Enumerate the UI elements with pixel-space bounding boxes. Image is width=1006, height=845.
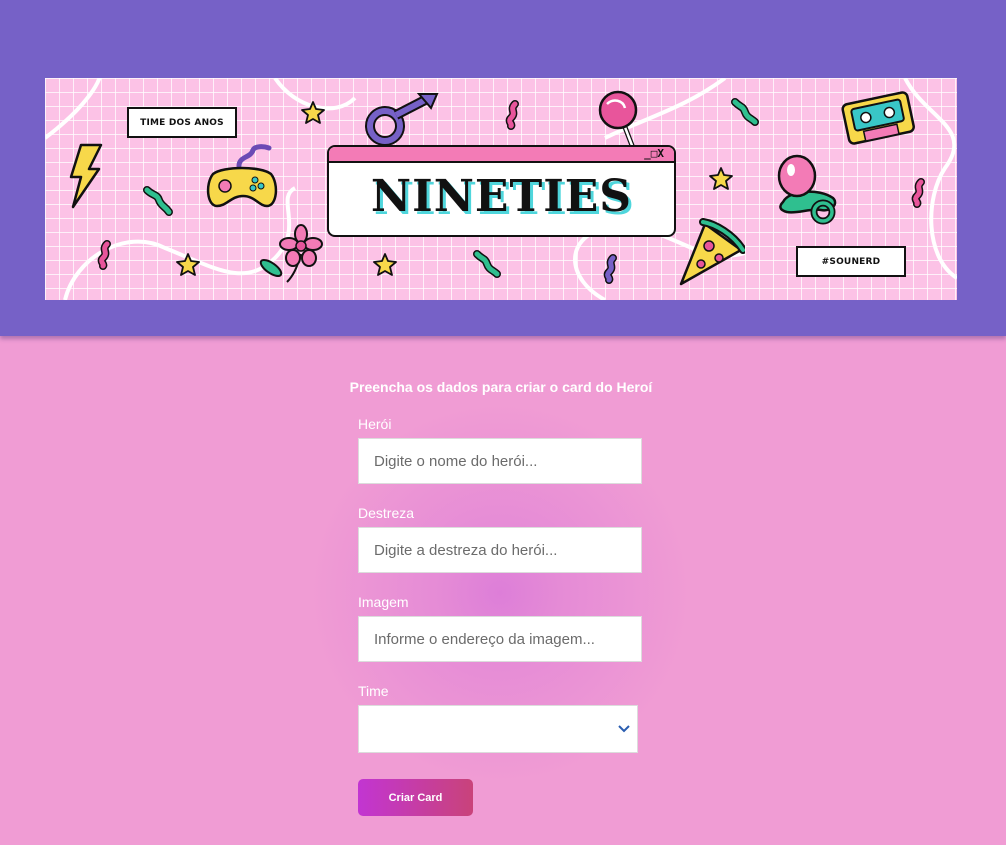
dexterity-input[interactable] [358, 527, 642, 573]
hero-label: Herói [358, 416, 392, 432]
nineties-banner: TIME DOS ANOS _□X NINETIES #SOUNERD [45, 78, 957, 300]
chevron-down-icon [618, 725, 630, 733]
window-controls: _□X [644, 147, 664, 160]
form-heading: Preencha os dados para criar o card do H… [349, 379, 653, 395]
title-window: _□X NINETIES [327, 145, 676, 237]
team-label: Time [358, 683, 389, 699]
window-title-bar: _□X [329, 147, 674, 163]
team-select[interactable] [358, 705, 638, 753]
site-header: TIME DOS ANOS _□X NINETIES #SOUNERD [0, 0, 1006, 336]
image-url-input[interactable] [358, 616, 642, 662]
image-label: Imagem [358, 594, 409, 610]
hero-name-input[interactable] [358, 438, 642, 484]
create-card-button[interactable]: Criar Card [358, 779, 473, 816]
hero-card-form: Preencha os dados para criar o card do H… [0, 343, 1006, 845]
tag-sounerd: #SOUNERD [796, 246, 906, 277]
tag-time-dos-anos: TIME DOS ANOS [127, 107, 237, 138]
banner-title: NINETIES [370, 171, 633, 222]
dexterity-label: Destreza [358, 505, 415, 521]
